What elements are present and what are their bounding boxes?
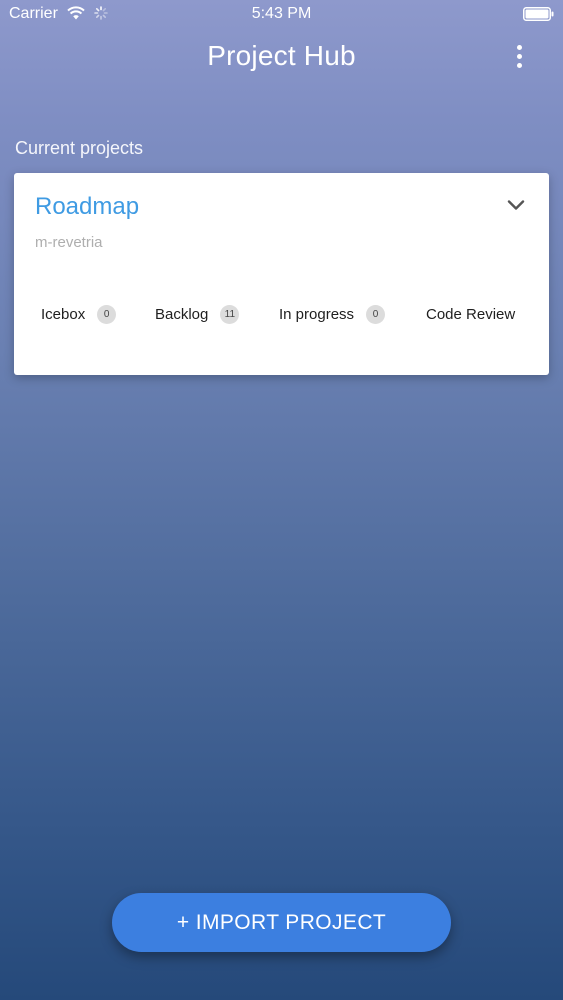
project-owner: m-revetria [35, 234, 103, 251]
more-options-button[interactable] [506, 40, 532, 72]
project-name[interactable]: Roadmap [35, 193, 139, 221]
page-title: Project Hub [207, 40, 356, 71]
import-project-button[interactable]: + IMPORT PROJECT [112, 893, 451, 952]
status-time: 5:43 PM [251, 5, 312, 22]
lane-backlog[interactable]: Backlog 11 [155, 301, 240, 327]
lane-count-badge: 11 [220, 304, 240, 324]
lane-label: Backlog [155, 305, 209, 323]
lane-count-badge: 0 [97, 304, 117, 324]
lane-list: Icebox 0 Backlog 11 In progress 0 Code R… [14, 301, 549, 327]
lane-label: Code Review [426, 305, 516, 323]
more-vertical-icon [516, 44, 522, 50]
section-title: Current projects [15, 138, 144, 158]
status-bar: Carrier 5:43 PM [0, 0, 563, 28]
project-card[interactable]: Roadmap m-revetria Icebox 0 Backlog 11 I… [14, 173, 549, 375]
lane-code-review[interactable]: Code Review [426, 301, 549, 327]
chevron-down-icon[interactable] [505, 194, 527, 216]
lane-label: Icebox [41, 305, 86, 323]
lane-icebox[interactable]: Icebox 0 [41, 301, 117, 327]
lane-count-badge: 0 [366, 304, 386, 324]
battery-icon [523, 7, 554, 21]
lane-in-progress[interactable]: In progress 0 [279, 301, 386, 327]
lane-label: In progress [279, 305, 355, 323]
